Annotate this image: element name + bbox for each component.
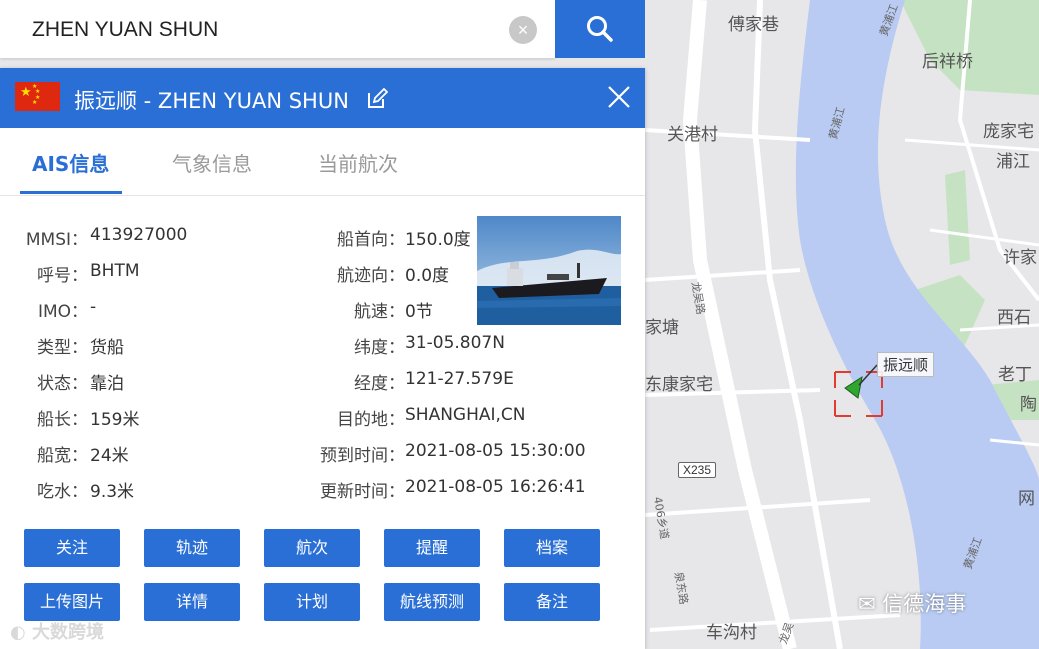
info-value: 150.0度 (405, 230, 471, 250)
map-label: 网 (1018, 489, 1035, 509)
archive-button[interactable]: 档案 (504, 529, 600, 567)
info-value: 2021-08-05 15:30:00 (405, 441, 586, 461)
info-label: 状态： (37, 374, 88, 394)
watermark-left-text: 大数跨境 (31, 622, 104, 643)
info-value: 2021-08-05 16:26:41 (405, 477, 586, 497)
search-icon (587, 16, 613, 42)
map-label: 关港村 (667, 125, 718, 145)
map-label: 后祥桥 (922, 52, 973, 72)
info-label: 呼号： (37, 266, 88, 286)
map-label: 东康家宅 (645, 375, 713, 395)
map-label: 许家 (1003, 248, 1037, 268)
road-badge: X235 (678, 462, 717, 478)
upload-photo-button[interactable]: 上传图片 (24, 583, 120, 621)
search-button[interactable] (555, 0, 645, 58)
edit-icon[interactable] (366, 88, 388, 110)
panel-header: ★ ★ ★ ★ ★ 振远顺 - ZHEN YUAN SHUN (0, 68, 645, 128)
plan-button[interactable]: 计划 (264, 583, 360, 621)
close-icon: × (517, 20, 529, 40)
info-label: 船宽： (37, 446, 88, 466)
info-value: 24米 (90, 446, 129, 466)
vessel-info-panel: ★ ★ ★ ★ ★ 振远顺 - ZHEN YUAN SHUN AIS信息 气象信… (0, 68, 645, 649)
info-value: 货船 (90, 338, 124, 358)
notes-button[interactable]: 备注 (504, 583, 600, 621)
clear-search-button[interactable]: × (509, 16, 537, 44)
map-label: 车沟村 (706, 623, 757, 643)
active-tab-indicator (20, 191, 122, 194)
reminder-button[interactable]: 提醒 (384, 529, 480, 567)
tab-ais-info[interactable]: AIS信息 (32, 148, 109, 177)
info-label: 航迹向： (337, 266, 405, 286)
info-value: 0节 (405, 302, 433, 322)
vessel-photo[interactable] (477, 216, 621, 325)
info-value: 413927000 (90, 225, 188, 245)
map-label: 庞家宅 (983, 122, 1034, 142)
map-label: 老丁 (998, 365, 1032, 385)
info-label: MMSI： (25, 230, 88, 250)
details-button[interactable]: 详情 (144, 583, 240, 621)
info-label: 航速： (354, 302, 405, 322)
ship-map-label[interactable]: 振远顺 (877, 352, 935, 377)
map-label: 浦江 (996, 152, 1030, 172)
map-label: 家塘 (645, 318, 679, 338)
watermark-left: ◐ 大数跨境 (10, 618, 104, 644)
info-value: 靠泊 (90, 374, 124, 394)
tab-current-voyage[interactable]: 当前航次 (318, 148, 398, 177)
map-label: 傅家巷 (728, 15, 779, 35)
search-input[interactable] (30, 12, 494, 48)
info-label: 类型： (37, 338, 88, 358)
info-label: 目的地： (337, 410, 405, 430)
watermark-right: ✉ 信德海事 (858, 588, 966, 618)
info-value: 159米 (90, 410, 140, 430)
watermark-right-text: 信德海事 (882, 592, 967, 616)
route-prediction-button[interactable]: 航线预测 (384, 583, 480, 621)
info-label: 经度： (354, 374, 405, 394)
vessel-title: 振远顺 - ZHEN YUAN SHUN (74, 89, 349, 113)
info-label: 更新时间： (320, 482, 405, 502)
info-value: 0.0度 (405, 266, 450, 286)
info-value: SHANGHAI,CN (405, 405, 526, 425)
follow-button[interactable]: 关注 (24, 529, 120, 567)
info-label: 预到时间： (320, 446, 405, 466)
watermark-logo-icon: ◐ (10, 622, 32, 643)
china-flag-icon: ★ ★ ★ ★ ★ (15, 82, 60, 111)
tab-weather-info[interactable]: 气象信息 (172, 148, 252, 177)
search-bar: × (0, 0, 555, 58)
info-label: 船长： (37, 410, 88, 430)
info-value: 31-05.807N (405, 333, 505, 353)
tab-bar: AIS信息 气象信息 当前航次 (0, 128, 645, 196)
track-button[interactable]: 轨迹 (144, 529, 240, 567)
wechat-icon: ✉ (858, 592, 883, 616)
info-value: 121-27.579E (405, 369, 514, 389)
info-value: BHTM (90, 261, 140, 281)
map-label: 西石 (997, 308, 1031, 328)
close-panel-icon[interactable] (606, 84, 632, 110)
info-value: - (90, 297, 97, 317)
map-label: 陶 (1020, 395, 1037, 415)
info-label: IMO： (37, 302, 88, 322)
info-label: 纬度： (354, 338, 405, 358)
voyage-button[interactable]: 航次 (264, 529, 360, 567)
info-value: 9.3米 (90, 482, 135, 502)
info-label: 船首向： (337, 230, 405, 250)
info-label: 吃水： (37, 482, 88, 502)
